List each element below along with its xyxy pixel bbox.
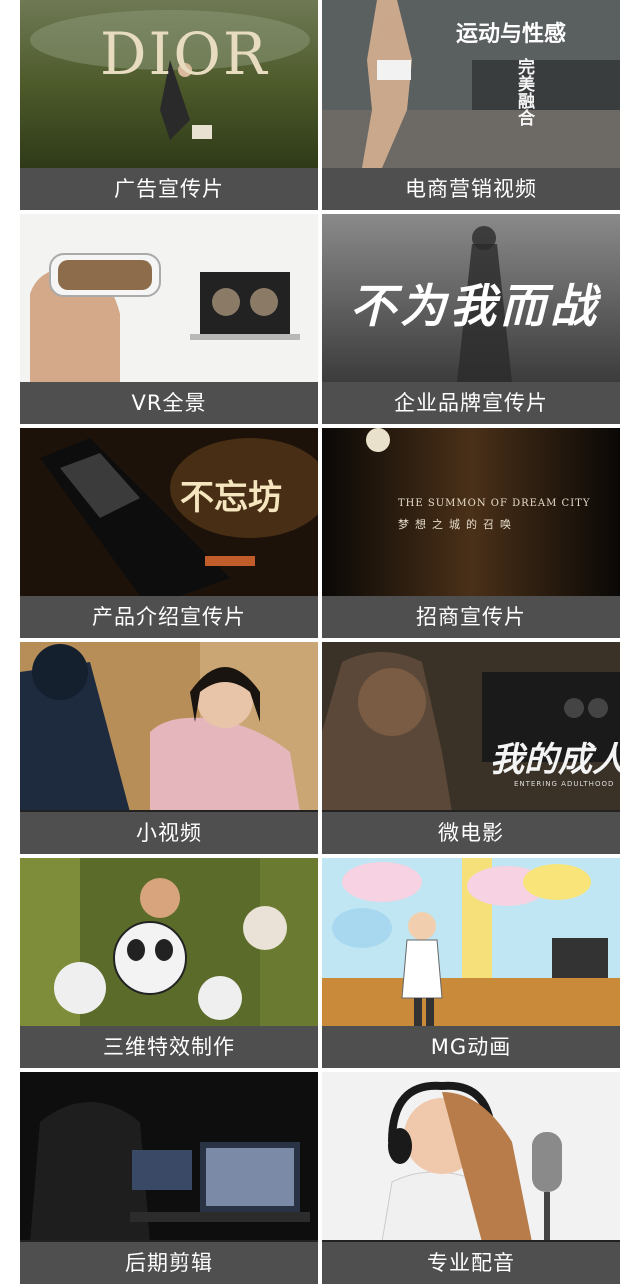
tile-product-video[interactable]: 不忘坊 产品介绍宣传片: [20, 428, 318, 638]
voice-over-label: 专业配音: [322, 1242, 620, 1284]
tile-ecommerce-video[interactable]: 运动与性感 完美融合 电商营销视频: [322, 0, 620, 210]
product-video-label: 产品介绍宣传片: [20, 596, 318, 638]
tile-micro-film[interactable]: 我的成人 ENTERING ADULTHOOD 微电影: [322, 642, 620, 854]
tile-short-video[interactable]: 小视频: [20, 642, 318, 854]
3d-effects-thumbnail: [20, 858, 318, 1026]
voice-over-thumbnail: [322, 1072, 620, 1240]
ecommerce-video-thumbnail: 运动与性感 完美融合: [322, 0, 620, 168]
product-video-thumbnail: 不忘坊: [20, 428, 318, 596]
mg-animation-thumbnail: [322, 858, 620, 1026]
investment-video-title-cn: 梦想之城的召唤: [398, 518, 517, 531]
ecommerce-video-subline: 完美融合: [514, 58, 534, 126]
micro-film-label: 微电影: [322, 812, 620, 854]
tile-mg-animation[interactable]: MG动画: [322, 858, 620, 1068]
brand-video-thumbnail: 不为我而战: [322, 214, 620, 382]
vr-panorama-thumbnail: [20, 214, 318, 382]
tile-ad-video[interactable]: DIOR 广告宣传片: [20, 0, 318, 210]
product-video-brand-text: 不忘坊: [180, 478, 282, 518]
tile-voice-over[interactable]: 专业配音: [322, 1072, 620, 1284]
ad-video-logo-text: DIOR: [100, 20, 269, 88]
ecommerce-video-label: 电商营销视频: [322, 168, 620, 210]
short-video-thumbnail: [20, 642, 318, 810]
micro-film-thumbnail: 我的成人 ENTERING ADULTHOOD: [322, 642, 620, 810]
service-grid: DIOR 广告宣传片 运动与性感 完美融合 电商营销视频 VR全景 不为我而战 …: [20, 0, 620, 1284]
tile-investment-video[interactable]: THE SUMMON OF DREAM CITY 梦想之城的召唤 招商宣传片: [322, 428, 620, 638]
investment-video-label: 招商宣传片: [322, 596, 620, 638]
3d-effects-label: 三维特效制作: [20, 1026, 318, 1068]
vr-panorama-label: VR全景: [20, 382, 318, 424]
tile-brand-video[interactable]: 不为我而战 企业品牌宣传片: [322, 214, 620, 424]
ad-video-thumbnail: DIOR: [20, 0, 318, 168]
short-video-label: 小视频: [20, 812, 318, 854]
tile-post-editing[interactable]: 后期剪辑: [20, 1072, 318, 1284]
tile-vr-panorama[interactable]: VR全景: [20, 214, 318, 424]
tile-3d-effects[interactable]: 三维特效制作: [20, 858, 318, 1068]
brand-video-calligraphy: 不为我而战: [350, 279, 600, 333]
post-editing-label: 后期剪辑: [20, 1242, 318, 1284]
post-editing-thumbnail: [20, 1072, 318, 1240]
micro-film-title-en: ENTERING ADULTHOOD: [514, 780, 615, 788]
investment-video-title-en: THE SUMMON OF DREAM CITY: [398, 498, 591, 509]
micro-film-title-cn: 我的成人: [490, 740, 620, 780]
ecommerce-video-headline: 运动与性感: [456, 22, 567, 47]
brand-video-label: 企业品牌宣传片: [322, 382, 620, 424]
investment-video-thumbnail: THE SUMMON OF DREAM CITY 梦想之城的召唤: [322, 428, 620, 596]
mg-animation-label: MG动画: [322, 1026, 620, 1068]
ad-video-label: 广告宣传片: [20, 168, 318, 210]
